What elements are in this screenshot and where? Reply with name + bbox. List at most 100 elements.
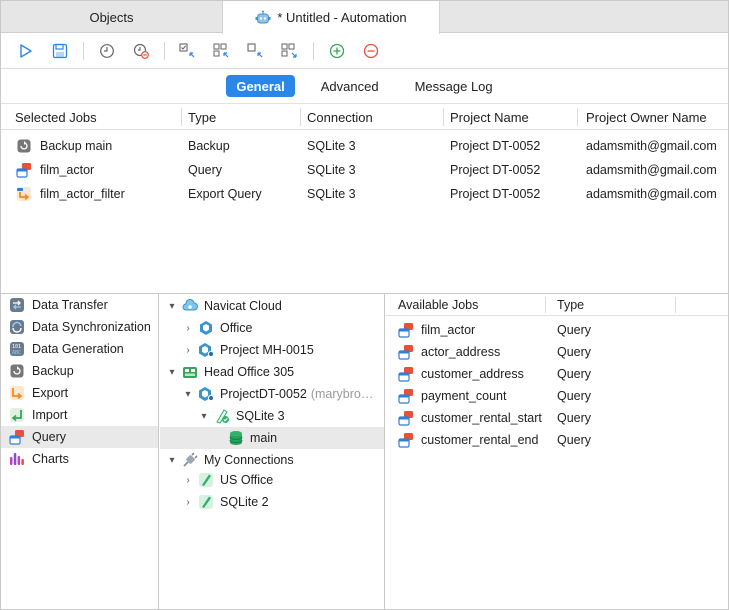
tree-node-my-connections[interactable]: ▾ My Connections [160, 449, 384, 471]
run-icon[interactable] [15, 40, 37, 62]
column-header-available-jobs[interactable]: Available Jobs [398, 294, 478, 315]
table-row[interactable]: film_actor Query SQLite 3 Project DT-005… [1, 158, 728, 182]
list-item[interactable]: customer_rental_end Query [386, 429, 728, 451]
tree-label: Head Office 305 [204, 365, 295, 379]
chevron-right-icon[interactable]: › [182, 475, 194, 486]
job-type: Query [188, 163, 223, 177]
segment-general[interactable]: General [226, 75, 295, 97]
column-divider[interactable] [675, 297, 676, 313]
column-header-type[interactable]: Type [188, 104, 216, 130]
backup-icon [16, 138, 32, 154]
column-divider[interactable] [577, 108, 578, 126]
delete-schedule-icon[interactable] [130, 40, 152, 62]
job-owner: adamsmith@gmail.com [586, 163, 717, 177]
charts-icon [9, 451, 25, 467]
chevron-right-icon[interactable]: › [182, 323, 194, 334]
category-data-transfer[interactable]: Data Transfer [1, 294, 158, 316]
tab-automation[interactable]: * Untitled - Automation [222, 1, 440, 34]
category-query[interactable]: Query [1, 426, 158, 448]
data-transfer-icon [9, 297, 25, 313]
list-item[interactable]: film_actor Query [386, 319, 728, 341]
category-label: Data Generation [32, 342, 124, 356]
data-generation-icon: 101 ABC [9, 341, 25, 357]
column-header-project-owner[interactable]: Project Owner Name [586, 104, 707, 130]
category-charts[interactable]: Charts [1, 448, 158, 470]
column-divider[interactable] [181, 108, 182, 126]
chevron-down-icon[interactable]: ▾ [166, 367, 178, 378]
tree-node-sqlite3[interactable]: ▾ SQLite 3 [160, 405, 384, 427]
column-header-selected-jobs[interactable]: Selected Jobs [15, 104, 97, 130]
tree-node-head-office[interactable]: ▾ Head Office 305 [160, 361, 384, 383]
job-connection: SQLite 3 [307, 163, 356, 177]
add-icon[interactable] [326, 40, 348, 62]
query-icon [398, 432, 414, 448]
category-data-synchronization[interactable]: Data Synchronization [1, 316, 158, 338]
list-item[interactable]: customer_rental_start Query [386, 407, 728, 429]
chevron-down-icon[interactable]: ▾ [198, 411, 210, 422]
save-icon[interactable] [49, 40, 71, 62]
svg-text:ABC: ABC [12, 350, 21, 356]
toolbar-separator [83, 41, 84, 60]
tree-label: SQLite 3 [236, 409, 285, 423]
tab-bar: Objects * Untitled - Automation [1, 1, 728, 34]
deselect-all-icon[interactable] [279, 40, 301, 62]
available-job-type: Query [557, 345, 592, 359]
tree-node-navicat-cloud[interactable]: ▾ Navicat Cloud [160, 295, 384, 317]
category-backup[interactable]: Backup [1, 360, 158, 382]
deselect-icon[interactable] [245, 40, 267, 62]
tree-node-main[interactable]: main [160, 427, 384, 449]
query-icon [9, 429, 25, 445]
tree-node-office[interactable]: › Office [160, 317, 384, 339]
list-item[interactable]: customer_address Query [386, 363, 728, 385]
job-owner: adamsmith@gmail.com [586, 139, 717, 153]
tree-node-sqlite2[interactable]: › SQLite 2 [160, 491, 384, 513]
schedule-icon[interactable] [96, 40, 118, 62]
view-switcher: General Advanced Message Log [1, 75, 728, 99]
job-connection: SQLite 3 [307, 139, 356, 153]
column-header-connection[interactable]: Connection [307, 104, 373, 130]
chevron-right-icon[interactable]: › [182, 345, 194, 356]
query-icon [398, 366, 414, 382]
segment-advanced[interactable]: Advanced [311, 75, 389, 97]
available-job-name: customer_rental_end [421, 433, 539, 447]
column-divider[interactable] [443, 108, 444, 126]
category-export[interactable]: Export [1, 382, 158, 404]
category-data-generation[interactable]: 101 ABC Data Generation [1, 338, 158, 360]
select-all-icon[interactable] [211, 40, 233, 62]
column-header-available-type[interactable]: Type [557, 294, 584, 315]
tab-automation-label: * Untitled - Automation [277, 10, 407, 25]
job-project: Project DT-0052 [450, 187, 541, 201]
query-icon [398, 410, 414, 426]
tree-label: US Office [220, 473, 274, 487]
list-item[interactable]: payment_count Query [386, 385, 728, 407]
tree-node-project-dt[interactable]: ▾ ProjectDT-0052 (marybro… [160, 383, 384, 405]
job-owner: adamsmith@gmail.com [586, 187, 717, 201]
chevron-right-icon[interactable]: › [182, 497, 194, 508]
shared-project-icon [198, 342, 214, 358]
column-divider[interactable] [545, 297, 546, 313]
tree-node-project-mh[interactable]: › Project MH-0015 [160, 339, 384, 361]
column-divider[interactable] [300, 108, 301, 126]
job-name: film_actor_filter [40, 187, 125, 201]
available-job-name: payment_count [421, 389, 507, 403]
tab-objects[interactable]: Objects [1, 1, 222, 33]
table-row[interactable]: Backup main Backup SQLite 3 Project DT-0… [1, 134, 728, 158]
segment-message-log[interactable]: Message Log [405, 75, 503, 97]
remove-icon[interactable] [360, 40, 382, 62]
list-item[interactable]: actor_address Query [386, 341, 728, 363]
column-header-project-name[interactable]: Project Name [450, 104, 529, 130]
job-name: film_actor [40, 163, 95, 177]
chevron-down-icon[interactable]: ▾ [166, 455, 178, 466]
category-label: Export [32, 386, 69, 400]
chevron-down-icon[interactable]: ▾ [166, 301, 178, 312]
tree-node-us-office[interactable]: › US Office [160, 469, 384, 491]
available-job-type: Query [557, 323, 592, 337]
table-row[interactable]: film_actor_filter Export Query SQLite 3 … [1, 182, 728, 206]
tree-label: Office [220, 321, 253, 335]
category-import[interactable]: Import [1, 404, 158, 426]
chevron-down-icon[interactable]: ▾ [182, 389, 194, 400]
plug-icon [182, 452, 198, 468]
category-label: Query [32, 430, 67, 444]
select-icon[interactable] [177, 40, 199, 62]
available-job-type: Query [557, 411, 592, 425]
